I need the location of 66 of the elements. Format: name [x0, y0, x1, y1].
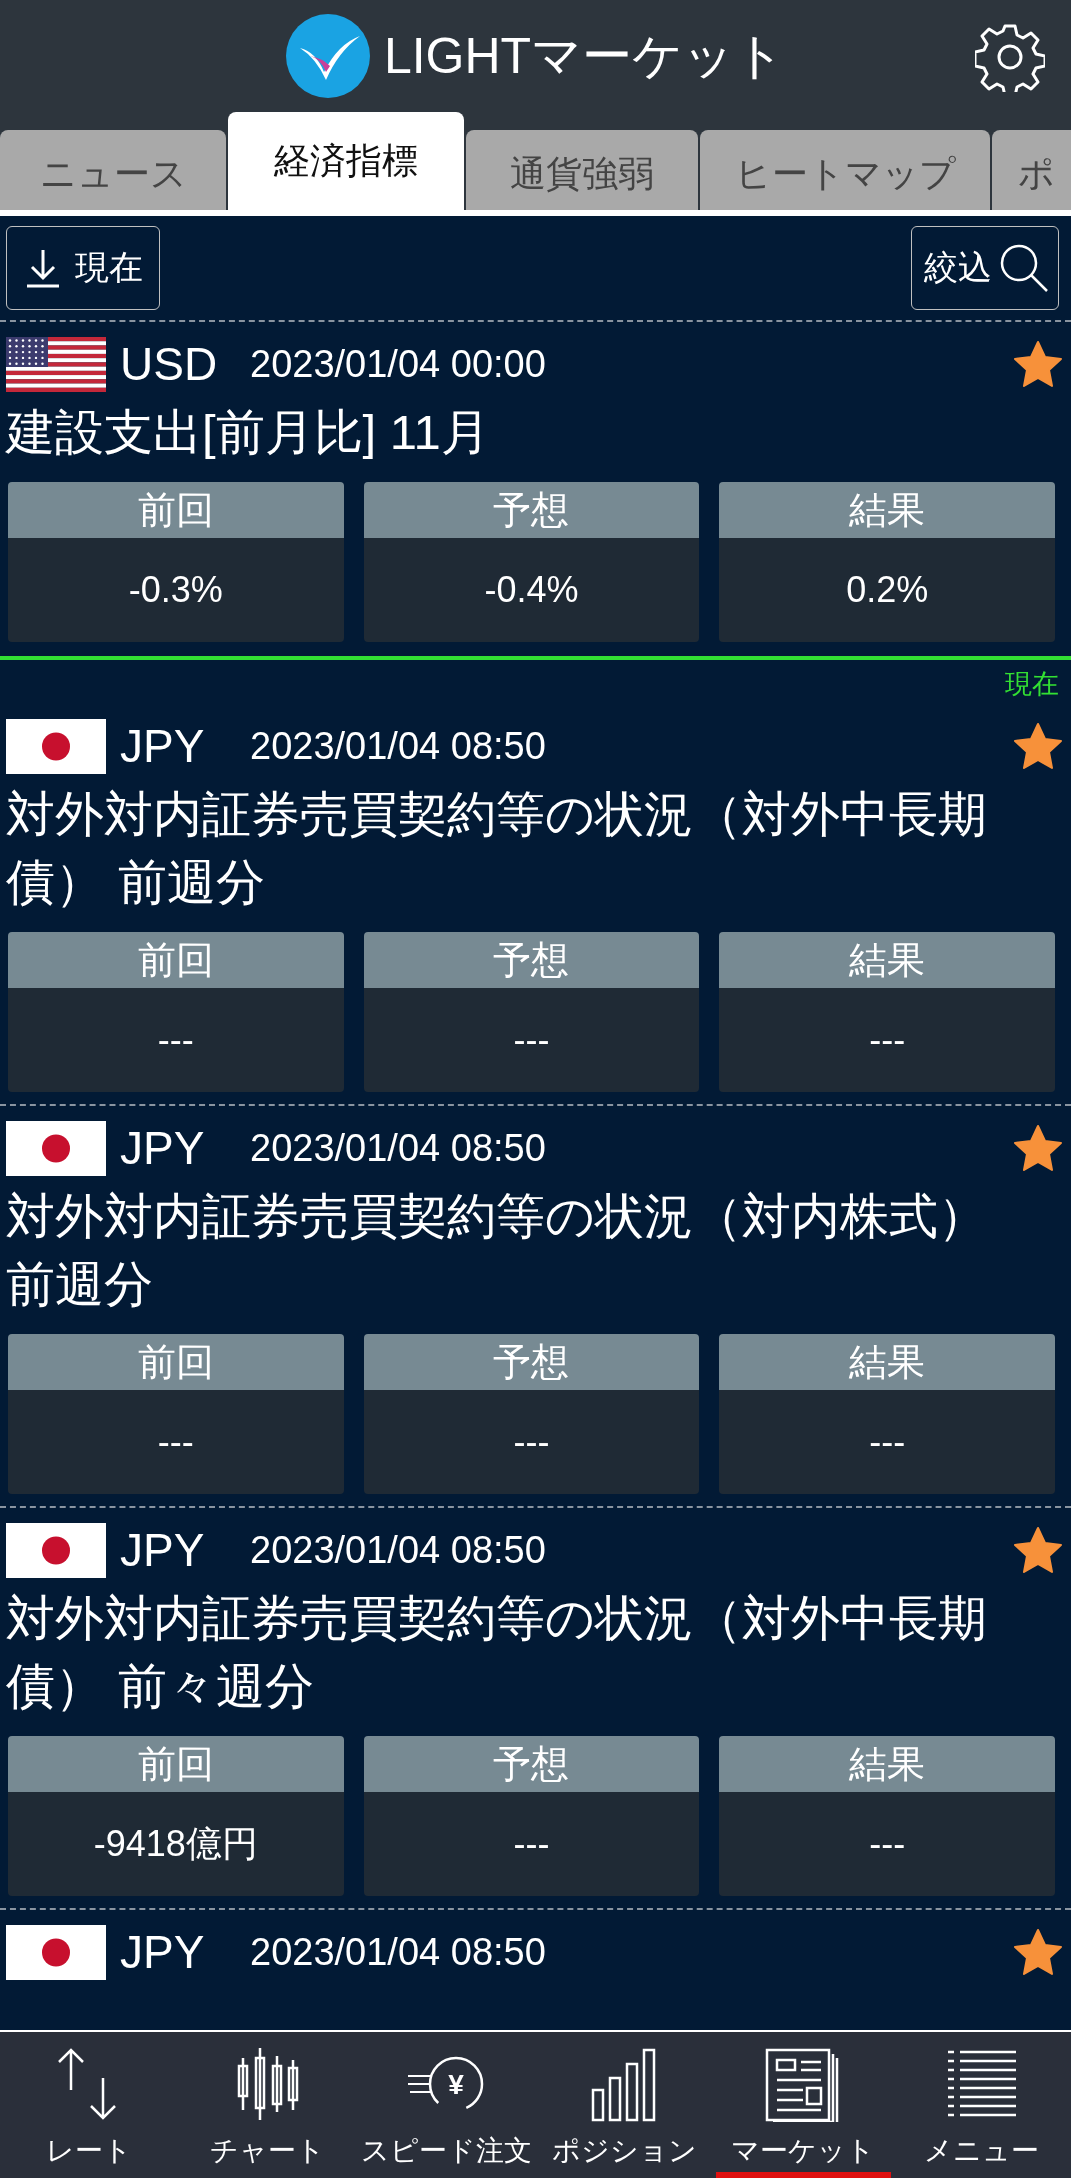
- column-header: 予想: [363, 1334, 700, 1390]
- column-header: 前回: [8, 1334, 344, 1390]
- value-cell: ---: [719, 1390, 1055, 1494]
- event-title: 建設支出[前月比] 11月: [6, 404, 491, 461]
- value-cell: -0.4%: [363, 538, 700, 642]
- event-datetime: 2023/01/04 08:50: [250, 1930, 547, 1974]
- value-cell: ---: [363, 988, 700, 1092]
- japan-flag-icon: [6, 1522, 106, 1578]
- column-header: 前回: [8, 482, 344, 538]
- value-cell: ---: [363, 1792, 700, 1896]
- value-cell: ---: [719, 988, 1055, 1092]
- column-header: 結果: [719, 1334, 1055, 1390]
- nav-tab[interactable]: チャート: [180, 2032, 355, 2178]
- tab[interactable]: 通貨強弱: [466, 130, 698, 210]
- nav-tab[interactable]: マーケット: [716, 2032, 891, 2178]
- value-cell: -0.3%: [8, 538, 344, 642]
- event-datetime: 2023/01/04 08:50: [250, 1528, 547, 1572]
- favorite-star-icon[interactable]: [1013, 722, 1063, 770]
- tab[interactable]: 経済指標: [228, 112, 464, 210]
- column-header: 予想: [363, 482, 700, 538]
- current-time-label: 現在: [1005, 668, 1059, 701]
- currency-code: JPY: [120, 1121, 206, 1175]
- currency-code: JPY: [120, 1523, 206, 1577]
- nav-tab[interactable]: ¥ スピード注文: [359, 2032, 534, 2178]
- currency-code: JPY: [120, 1925, 206, 1979]
- nav-tab[interactable]: メニュー: [894, 2032, 1069, 2178]
- value-cell: 0.2%: [719, 538, 1055, 642]
- japan-flag-icon: [6, 1924, 106, 1980]
- value-cell: -9418億円: [8, 1792, 344, 1896]
- value-cell: ---: [719, 1792, 1055, 1896]
- value-cell: ---: [8, 1390, 344, 1494]
- favorite-star-icon[interactable]: [1013, 1928, 1063, 1976]
- column-header: 結果: [719, 932, 1055, 988]
- app-logo-icon: [285, 14, 370, 98]
- column-header: 予想: [363, 1736, 700, 1792]
- tab[interactable]: ニュース: [0, 130, 226, 210]
- column-header: 前回: [8, 1736, 344, 1792]
- favorite-star-icon[interactable]: [1013, 1124, 1063, 1172]
- favorite-star-icon[interactable]: [1013, 1526, 1063, 1574]
- nav-tab[interactable]: レート: [2, 2032, 177, 2178]
- column-header: 予想: [363, 932, 700, 988]
- event-datetime: 2023/01/04 08:50: [250, 724, 547, 768]
- tab[interactable]: ヒートマップ: [700, 130, 990, 210]
- japan-flag-icon: [6, 1120, 106, 1176]
- tab[interactable]: ポ: [992, 130, 1071, 210]
- value-cell: ---: [8, 988, 344, 1092]
- nav-tab[interactable]: ポジション: [537, 2032, 712, 2178]
- app-title: LIGHTマーケット: [383, 26, 786, 86]
- value-cell: ---: [363, 1390, 700, 1494]
- now-button[interactable]: 現在: [6, 226, 160, 310]
- currency-code: JPY: [120, 719, 206, 773]
- japan-flag-icon: [6, 718, 106, 774]
- event-title: 対外対内証券売買契約等の状況（対内株式）前週分: [6, 1188, 988, 1313]
- search-icon: [998, 242, 1050, 294]
- column-header: 結果: [719, 1736, 1055, 1792]
- filter-button[interactable]: 絞込: [911, 226, 1059, 310]
- currency-code: USD: [120, 337, 219, 391]
- column-header: 結果: [719, 482, 1055, 538]
- settings-icon[interactable]: [975, 22, 1045, 92]
- event-title: 対外対内証券売買契約等の状況（対外中長期債） 前々週分: [6, 1590, 988, 1715]
- event-datetime: 2023/01/04 08:50: [250, 1126, 547, 1170]
- favorite-star-icon[interactable]: [1013, 340, 1063, 388]
- event-datetime: 2023/01/04 00:00: [250, 342, 547, 386]
- event-title: 対外対内証券売買契約等の状況（対外中長期債） 前週分: [6, 786, 988, 911]
- column-header: 前回: [8, 932, 344, 988]
- us-flag-icon: [6, 336, 106, 392]
